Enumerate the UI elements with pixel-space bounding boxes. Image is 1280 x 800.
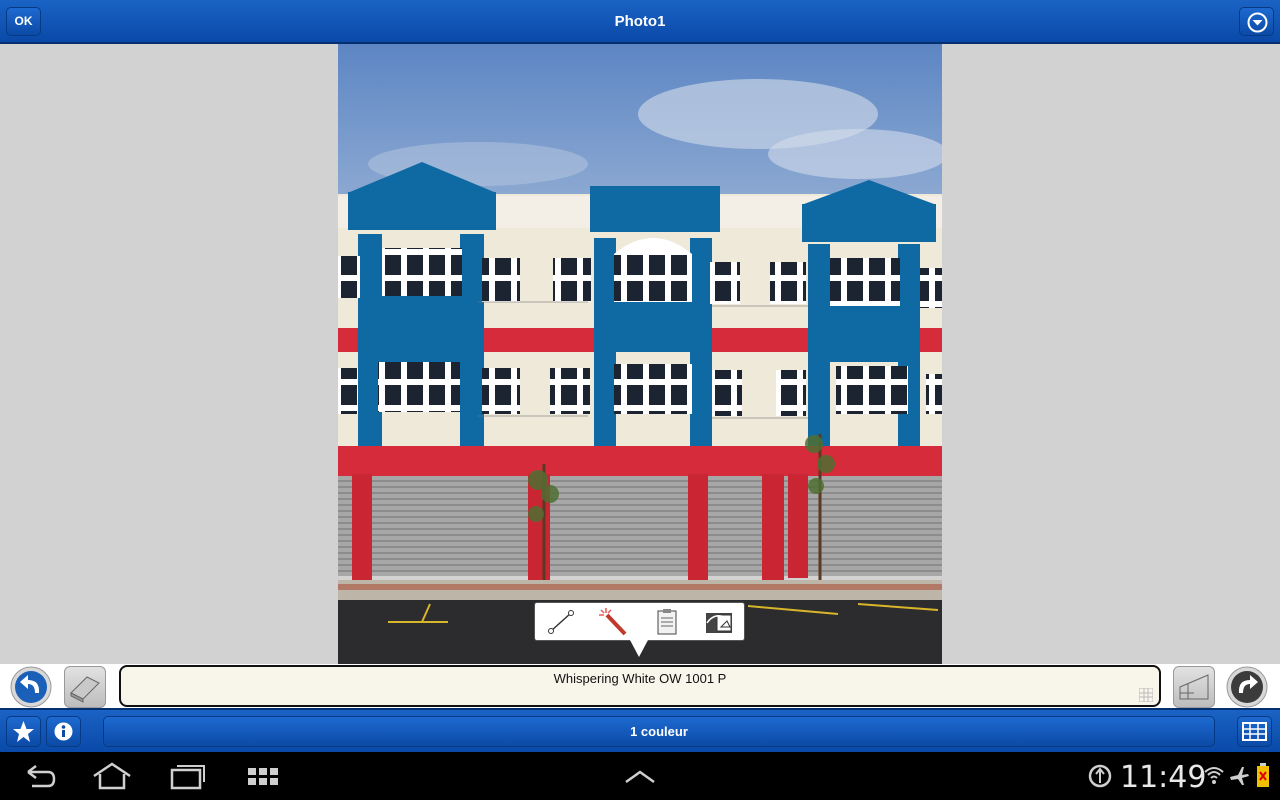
eraser-button[interactable]	[64, 666, 106, 708]
apps-grid-icon	[248, 768, 278, 785]
system-navigation-bar: 11:49	[0, 752, 1280, 800]
canvas-area[interactable]	[0, 44, 1280, 664]
undo-button[interactable]	[10, 666, 52, 708]
wifi-icon	[1204, 767, 1224, 784]
selected-color-field[interactable]: Whispering White OW 1001 P	[119, 665, 1161, 707]
clock: 11:49	[1120, 760, 1207, 795]
chevron-down-circle-icon	[1247, 12, 1268, 33]
usb-debug-status	[1088, 764, 1112, 793]
recent-apps-button[interactable]	[168, 762, 208, 795]
airplane-icon	[1230, 767, 1249, 785]
show-more-button[interactable]	[622, 762, 658, 795]
usb-debug-icon	[1088, 764, 1112, 788]
color-row: Whispering White OW 1001 P	[0, 664, 1280, 708]
chevron-up-icon	[625, 770, 655, 784]
back-icon	[27, 765, 56, 788]
color-list-button[interactable]	[1237, 716, 1272, 747]
clipboard-icon[interactable]	[651, 607, 683, 637]
paint-bucket-icon[interactable]	[703, 607, 735, 637]
title-bar: Photo1 OK	[0, 0, 1280, 44]
airplane-mode-status	[1228, 765, 1250, 792]
home-icon	[93, 762, 131, 790]
home-button[interactable]	[90, 762, 134, 795]
eraser-icon	[70, 676, 100, 703]
perspective-button[interactable]	[1173, 666, 1215, 708]
wifi-status	[1203, 764, 1225, 791]
favorites-button[interactable]	[6, 716, 41, 747]
battery-status	[1256, 762, 1270, 793]
star-icon	[13, 721, 34, 742]
back-button[interactable]	[20, 762, 60, 795]
grid-icon	[1139, 688, 1153, 702]
recent-apps-icon	[170, 765, 205, 790]
table-icon	[1242, 722, 1267, 741]
battery-icon	[1257, 763, 1269, 787]
building-photo[interactable]	[338, 44, 942, 664]
tool-palette	[534, 602, 745, 641]
line-tool-icon[interactable]	[545, 607, 577, 637]
app-window: Photo1 OK Whispering White OW 1001 P 1 c…	[0, 0, 1280, 800]
color-count-bar[interactable]: 1 couleur	[103, 716, 1215, 747]
bottom-toolbar: 1 couleur	[0, 708, 1280, 752]
page-title: Photo1	[614, 13, 666, 30]
undo-icon	[10, 666, 52, 708]
perspective-grid-icon	[1179, 674, 1209, 700]
magic-wand-icon[interactable]	[597, 607, 629, 637]
palette-pointer	[630, 640, 648, 657]
redo-icon	[1226, 666, 1268, 708]
menu-button[interactable]	[1239, 7, 1274, 36]
info-button[interactable]	[46, 716, 81, 747]
info-icon	[54, 722, 73, 741]
redo-button[interactable]	[1226, 666, 1268, 708]
ok-button[interactable]: OK	[6, 7, 41, 36]
apps-grid-button[interactable]	[246, 762, 280, 795]
selected-color-name: Whispering White OW 1001 P	[553, 671, 727, 686]
